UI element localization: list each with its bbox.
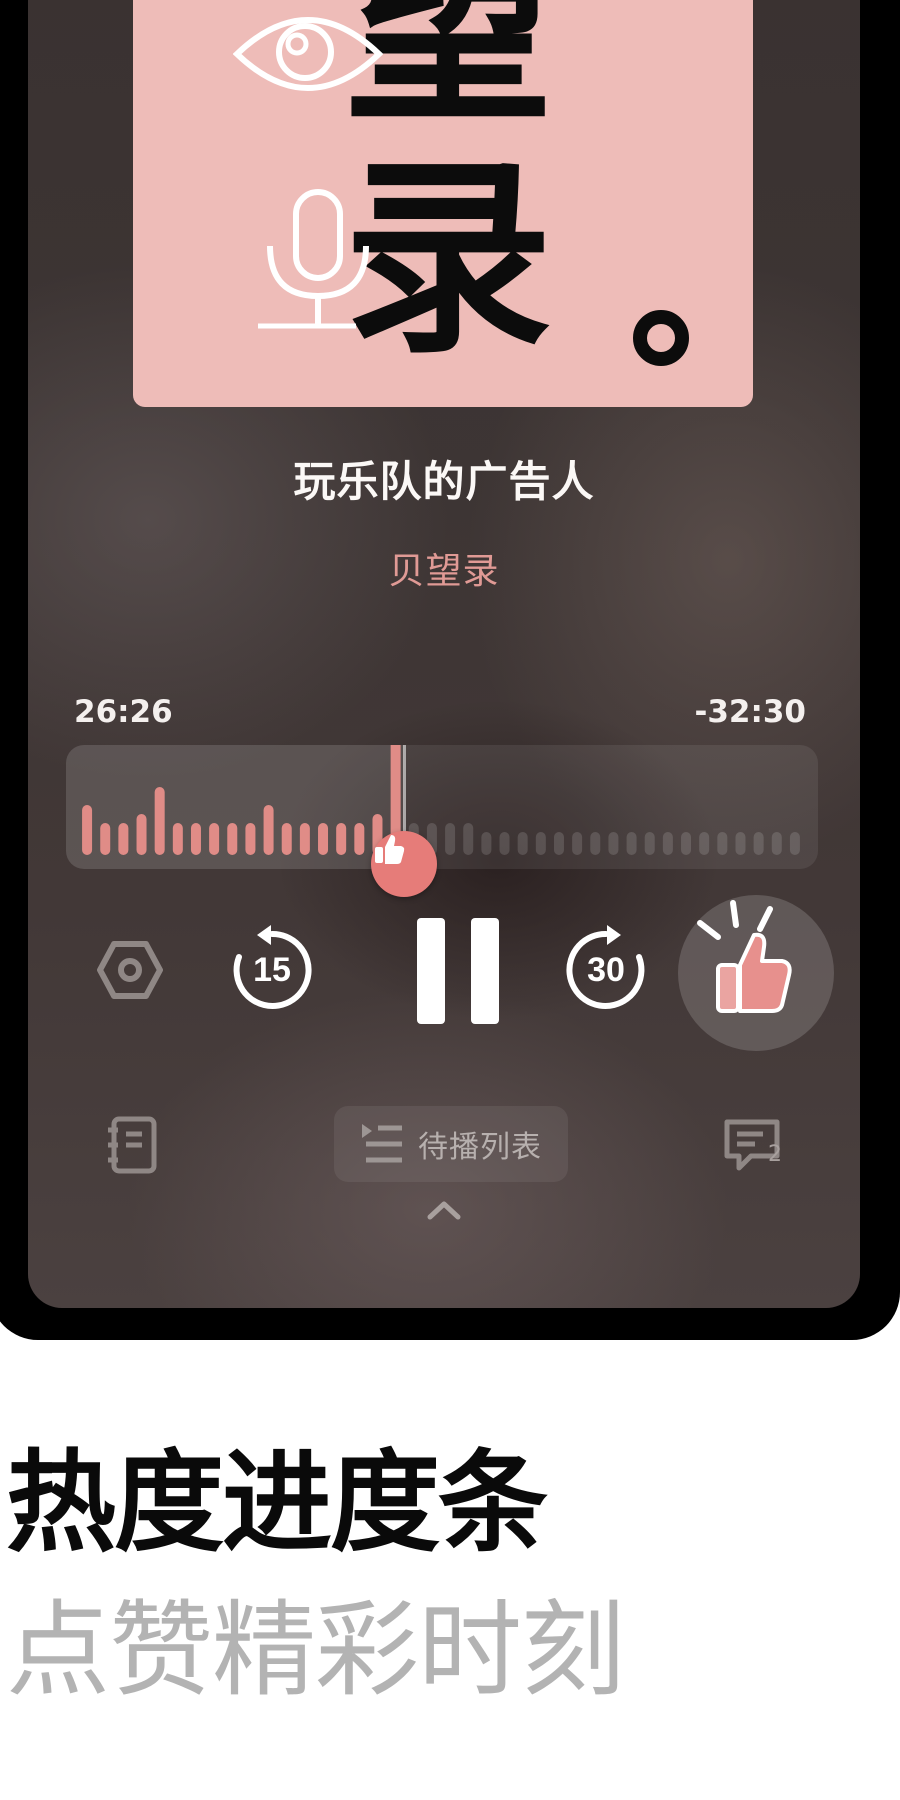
heat-bar xyxy=(463,823,474,855)
promo-headline: 热度进度条 xyxy=(6,1439,548,1567)
rewind-seconds-label: 15 xyxy=(253,951,291,989)
rewind-15-button[interactable]: 15 xyxy=(224,922,320,1018)
settings-button[interactable] xyxy=(90,930,170,1010)
promo-screenshot: 望 录 玩乐队的广告人 贝望录 26:26 -32:30 15 30 待播列表 … xyxy=(0,0,900,1800)
phone-frame: 望 录 玩乐队的广告人 贝望录 26:26 -32:30 15 30 待播列表 … xyxy=(0,0,900,1340)
heat-bar xyxy=(318,823,329,855)
heat-bar xyxy=(227,823,238,855)
heat-bar xyxy=(517,832,528,855)
player-screen: 望 录 玩乐队的广告人 贝望录 26:26 -32:30 15 30 待播列表 … xyxy=(28,0,860,1308)
heat-bar xyxy=(771,832,782,855)
heat-bar xyxy=(553,832,564,855)
chevron-up-icon xyxy=(427,1201,461,1220)
heat-bar xyxy=(354,823,365,855)
heat-histogram xyxy=(82,745,800,855)
heat-progress-bar[interactable] xyxy=(66,745,818,897)
queue-button[interactable]: 待播列表 xyxy=(334,1106,568,1182)
remaining-time: -32:30 xyxy=(694,694,806,730)
show-notes-button[interactable] xyxy=(94,1110,170,1180)
heat-bar xyxy=(608,832,619,855)
heat-bar xyxy=(118,823,129,855)
heat-bar xyxy=(753,832,764,855)
heat-bar xyxy=(281,823,292,855)
heat-bar xyxy=(263,805,274,855)
thumbs-up-icon xyxy=(374,835,405,864)
notebook-icon xyxy=(108,1116,157,1174)
heat-bar xyxy=(190,823,201,855)
heat-bar xyxy=(209,823,220,855)
podcast-name[interactable]: 贝望录 xyxy=(28,542,860,594)
heat-bar xyxy=(245,823,256,855)
cover-dot xyxy=(633,310,689,366)
heat-like-badge[interactable] xyxy=(370,831,437,897)
heat-bar xyxy=(172,823,183,855)
heat-bar xyxy=(644,832,655,855)
forward-seconds-label: 30 xyxy=(587,951,625,989)
like-button[interactable] xyxy=(678,895,834,1051)
heat-bar xyxy=(590,832,601,855)
eye-icon xyxy=(233,17,383,91)
heat-bar xyxy=(82,805,93,855)
heat-bar xyxy=(626,832,637,855)
thumbs-up-icon xyxy=(697,900,792,1013)
microphone-icon xyxy=(258,189,369,329)
heat-bar xyxy=(662,832,673,855)
elapsed-time: 26:26 xyxy=(74,694,173,730)
heat-bar xyxy=(499,832,510,855)
pause-button[interactable] xyxy=(394,912,522,1030)
forward-icon: 30 xyxy=(566,925,645,1009)
pause-icon xyxy=(417,918,499,1024)
forward-30-button[interactable]: 30 xyxy=(558,922,654,1018)
heat-bar xyxy=(481,832,492,855)
heat-bar xyxy=(136,814,147,855)
hexagon-settings-icon xyxy=(97,941,163,999)
heat-bar xyxy=(154,787,165,855)
queue-label: 待播列表 xyxy=(418,1130,542,1165)
heat-bar xyxy=(789,832,800,855)
heat-bar xyxy=(100,823,111,855)
playlist-icon xyxy=(362,1124,402,1163)
heat-bar xyxy=(735,832,746,855)
expand-button[interactable] xyxy=(410,1190,478,1230)
rewind-icon: 15 xyxy=(233,925,312,1009)
heat-bar xyxy=(699,832,710,855)
episode-title: 玩乐队的广告人 xyxy=(293,457,595,506)
heat-bar xyxy=(299,823,310,855)
comment-count: 2 xyxy=(768,1142,782,1167)
heat-bar xyxy=(681,832,692,855)
heat-bar xyxy=(445,823,456,855)
heat-bar xyxy=(535,832,546,855)
promo-tagline: 点赞精彩时刻 xyxy=(6,1589,625,1711)
heat-bar xyxy=(717,832,728,855)
heat-bar xyxy=(336,823,347,855)
podcast-cover-art: 望 录 xyxy=(133,0,753,407)
heat-bar xyxy=(572,832,583,855)
